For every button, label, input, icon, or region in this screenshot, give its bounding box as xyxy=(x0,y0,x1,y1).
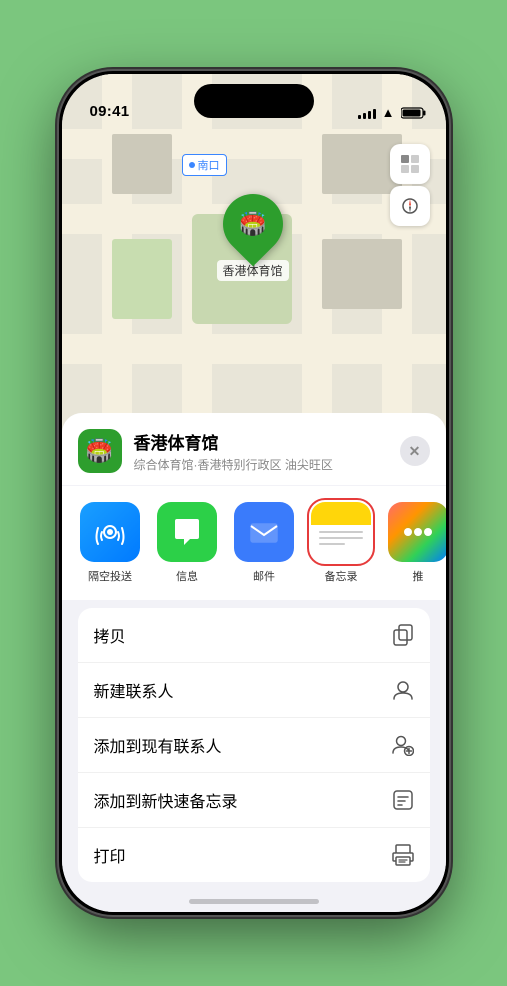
action-add-quick-note[interactable]: 添加到新快速备忘录 xyxy=(78,773,430,828)
location-pin[interactable]: 🏟️ 香港体育馆 xyxy=(217,194,289,281)
new-contact-icon xyxy=(392,679,414,701)
home-indicator xyxy=(189,899,319,904)
pin-background: 🏟️ xyxy=(210,182,295,267)
venue-info: 香港体育馆 综合体育馆·香港特别行政区 油尖旺区 xyxy=(134,429,388,473)
copy-label: 拷贝 xyxy=(94,623,126,647)
entrance-label-text: 南口 xyxy=(198,157,220,173)
phone-frame: 09:41 ▲ xyxy=(59,71,449,915)
action-add-existing[interactable]: 添加到现有联系人 xyxy=(78,718,430,773)
print-icon xyxy=(392,844,414,866)
wifi-icon: ▲ xyxy=(382,105,395,120)
action-copy[interactable]: 拷贝 xyxy=(78,608,430,663)
messages-label: 信息 xyxy=(176,568,198,584)
action-print[interactable]: 打印 xyxy=(78,828,430,882)
battery-icon xyxy=(401,107,426,119)
map-building xyxy=(322,239,402,309)
notes-label: 备忘录 xyxy=(325,568,358,584)
location-button[interactable] xyxy=(390,186,430,226)
mail-icon xyxy=(234,502,294,562)
add-existing-icon xyxy=(392,734,414,756)
close-button[interactable]: ✕ xyxy=(400,436,430,466)
map-green xyxy=(112,239,172,319)
add-existing-label: 添加到现有联系人 xyxy=(94,733,222,757)
share-item-notes[interactable]: 备忘录 xyxy=(309,502,374,584)
share-item-airdrop[interactable]: 隔空投送 xyxy=(78,502,143,584)
notes-icon xyxy=(311,502,371,562)
map-controls xyxy=(390,144,430,226)
more-icon xyxy=(388,502,446,562)
airdrop-icon xyxy=(80,502,140,562)
map-type-button[interactable] xyxy=(390,144,430,184)
add-quick-note-label: 添加到新快速备忘录 xyxy=(94,788,238,812)
share-item-mail[interactable]: 邮件 xyxy=(232,502,297,584)
status-icons: ▲ xyxy=(358,105,426,120)
new-contact-label: 新建联系人 xyxy=(94,678,174,702)
print-label: 打印 xyxy=(94,843,126,867)
venue-subtitle: 综合体育馆·香港特别行政区 油尖旺区 xyxy=(134,456,388,473)
map-entrance-label: 南口 xyxy=(182,154,227,176)
pin-inner: 🏟️ xyxy=(231,202,275,246)
quick-note-icon xyxy=(392,789,414,811)
dynamic-island xyxy=(194,84,314,118)
messages-icon xyxy=(157,502,217,562)
share-item-messages[interactable]: 信息 xyxy=(155,502,220,584)
bottom-sheet: 🏟️ 香港体育馆 综合体育馆·香港特别行政区 油尖旺区 ✕ xyxy=(62,413,446,912)
status-time: 09:41 xyxy=(90,103,130,120)
venue-name: 香港体育馆 xyxy=(134,429,388,454)
airdrop-label: 隔空投送 xyxy=(88,568,132,584)
phone-screen: 09:41 ▲ xyxy=(62,74,446,912)
venue-icon: 🏟️ xyxy=(78,429,122,473)
map-type-icon xyxy=(400,154,420,174)
stadium-icon: 🏟️ xyxy=(239,211,266,237)
more-label: 推 xyxy=(413,568,424,584)
action-list: 拷贝 新建联系人 添加到现有联系人 xyxy=(78,608,430,882)
map-building xyxy=(112,134,172,194)
share-item-more[interactable]: 推 xyxy=(386,502,446,584)
signal-icon xyxy=(358,107,376,119)
share-row: 隔空投送 信息 xyxy=(62,486,446,600)
sheet-header: 🏟️ 香港体育馆 综合体育馆·香港特别行政区 油尖旺区 ✕ xyxy=(62,413,446,485)
mail-label: 邮件 xyxy=(253,568,275,584)
action-new-contact[interactable]: 新建联系人 xyxy=(78,663,430,718)
compass-icon xyxy=(401,197,419,215)
copy-icon xyxy=(392,624,414,646)
